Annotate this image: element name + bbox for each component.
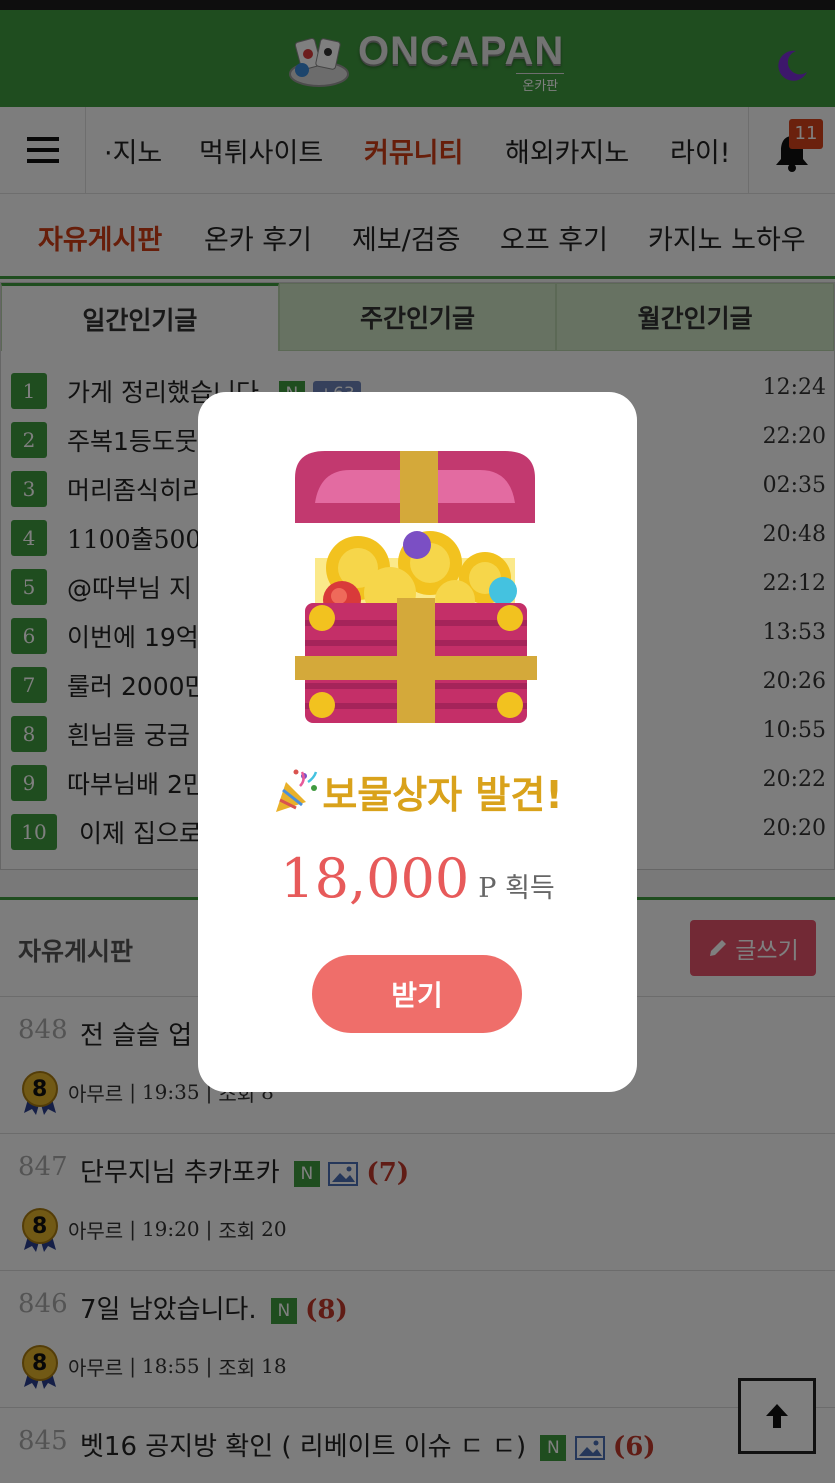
- treasure-chest-icon: [295, 451, 537, 723]
- receive-button[interactable]: 받기: [312, 955, 522, 1033]
- treasure-modal: 보물상자 발견! 18,000 P 획득 받기: [198, 392, 637, 1092]
- points-unit: P: [478, 873, 497, 904]
- party-popper-icon: [276, 769, 318, 812]
- modal-points: 18,000 P 획득: [198, 847, 637, 910]
- modal-title: 보물상자 발견!: [198, 764, 637, 819]
- points-amount: 18,000: [280, 847, 470, 910]
- modal-title-text: 보물상자 발견!: [322, 773, 563, 817]
- points-acquired-label: 획득: [505, 873, 555, 904]
